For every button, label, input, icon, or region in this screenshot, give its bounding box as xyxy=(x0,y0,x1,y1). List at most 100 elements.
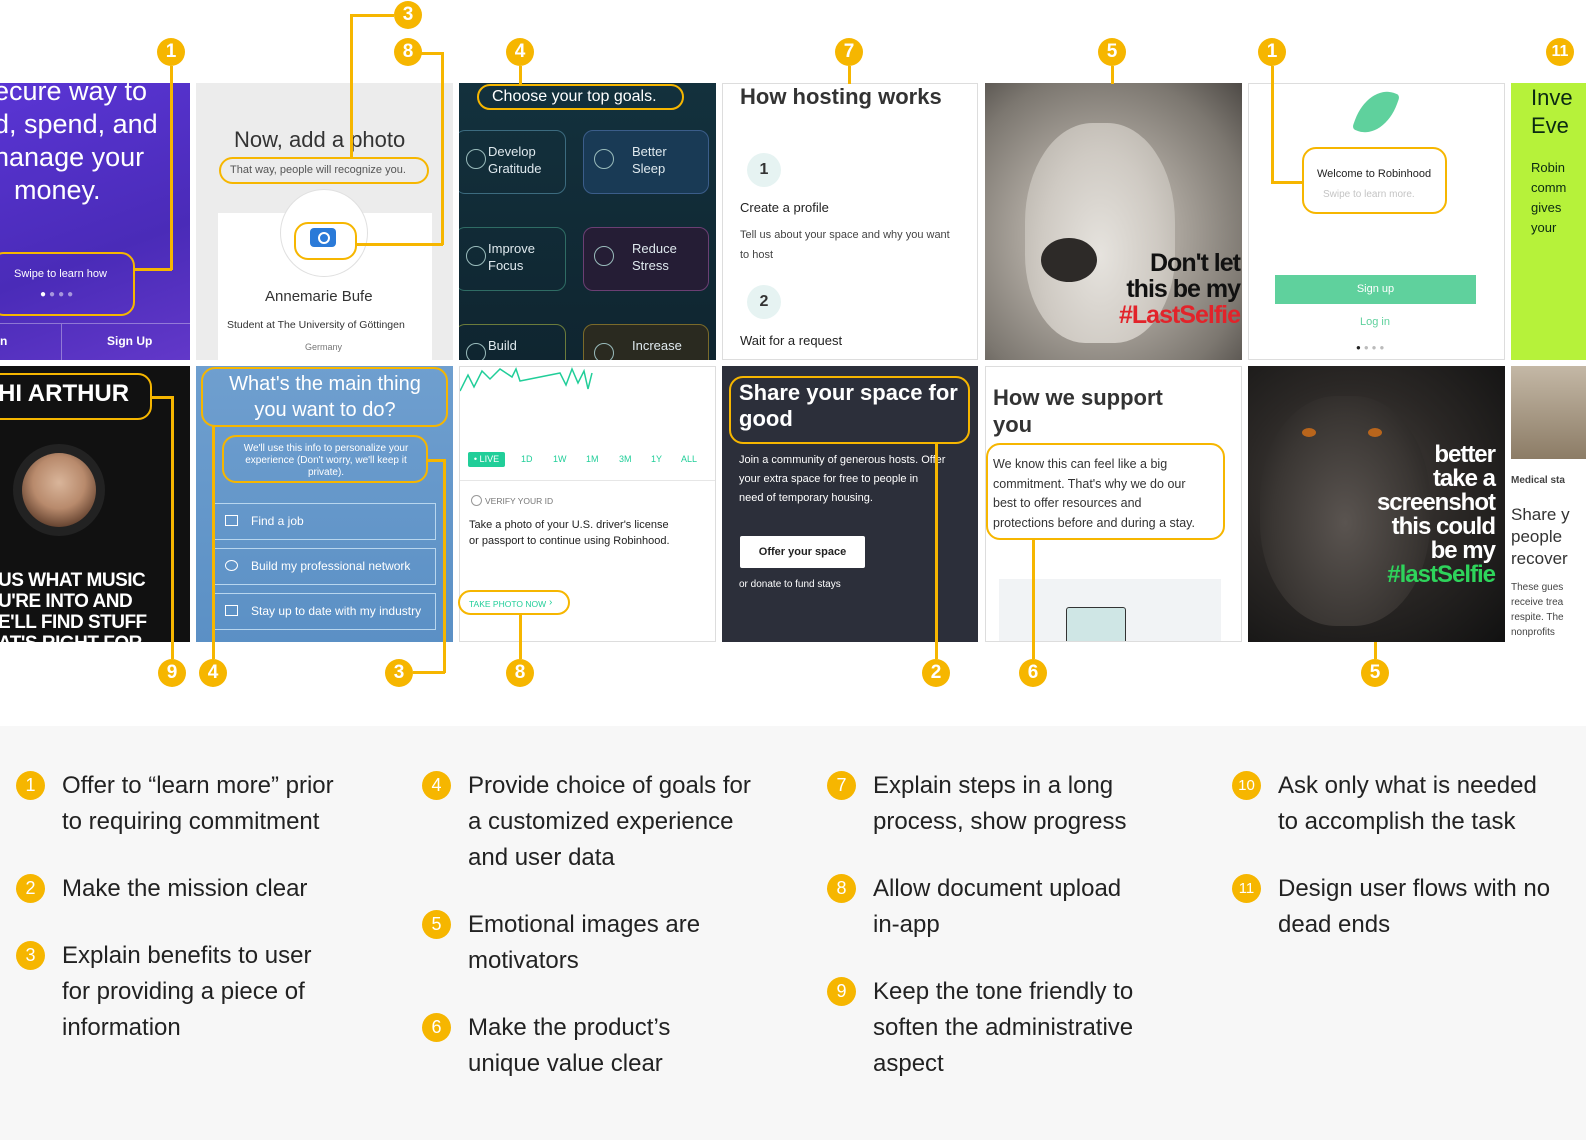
user-photo xyxy=(22,453,96,527)
goal-better-sleep[interactable]: Better Sleep xyxy=(583,130,709,194)
legend-item: 8 Allow document upload in-app xyxy=(827,871,1121,943)
heading-line: people xyxy=(1511,527,1563,546)
screen-choose-goals: Choose your top goals. Develop Gratitude… xyxy=(459,83,716,360)
legend-item: 6 Make the product’s unique value clear xyxy=(422,1010,670,1082)
legend-item: 7 Explain steps in a long process, show p… xyxy=(827,768,1126,840)
highlight-main-thing-title xyxy=(201,367,448,427)
highlight-robinhood-welcome xyxy=(1302,147,1447,214)
highlight-goals-title xyxy=(477,84,684,110)
prompt-line: E'LL FIND STUFF xyxy=(0,612,147,633)
offer-space-button[interactable]: Offer your space xyxy=(740,536,865,568)
option-build-network[interactable]: Build my professional network xyxy=(212,548,436,585)
range-all[interactable]: ALL xyxy=(681,454,697,464)
heading-line: recover xyxy=(1511,549,1568,568)
campaign-caption: Don't let xyxy=(1150,249,1241,277)
badge-top-7: 7 xyxy=(835,38,863,66)
range-1y[interactable]: 1Y xyxy=(651,454,662,464)
people-icon xyxy=(225,560,238,571)
badge-top-5: 5 xyxy=(1098,38,1126,66)
donate-link[interactable]: or donate to fund stays xyxy=(739,579,841,590)
step-title: Wait for a request xyxy=(740,333,843,348)
badge-bottom-6: 6 xyxy=(1019,659,1047,687)
screen-gorilla-campaign: better take a screenshot this could be m… xyxy=(1248,366,1505,642)
badge-bottom-8: 8 xyxy=(506,659,534,687)
goal-build[interactable]: Build xyxy=(459,324,566,360)
verify-description: Take a photo of your U.S. driver's licen… xyxy=(469,519,670,547)
heading-line: Inve xyxy=(1531,85,1573,110)
screen-medical-stays: Medical sta Share y people recover These… xyxy=(1511,366,1586,642)
goal-develop-gratitude[interactable]: Develop Gratitude xyxy=(459,130,566,194)
badge-bottom-4: 4 xyxy=(199,659,227,687)
legend-item: 2 Make the mission clear xyxy=(16,871,307,907)
campaign-hashtag: #LastSelfie xyxy=(1118,301,1241,329)
heading-line: Share y xyxy=(1511,505,1570,524)
home-icon xyxy=(225,605,238,616)
highlight-share-space-title xyxy=(729,376,970,444)
goal-improve-focus[interactable]: Improve Focus xyxy=(459,227,566,291)
section-tag: Medical sta xyxy=(1511,475,1565,486)
legend-item: 3 Explain benefits to user for providing … xyxy=(16,938,311,1046)
legend-item: 11 Design user flows with no dead ends xyxy=(1232,871,1550,943)
body-line: your xyxy=(1531,220,1557,235)
option-find-job[interactable]: Find a job xyxy=(212,503,436,540)
legend-item: 4 Provide choice of goals for a customize… xyxy=(422,768,751,876)
user-name: Annemarie Bufe xyxy=(265,288,373,305)
sign-in-link[interactable]: n xyxy=(0,334,7,348)
price-chart xyxy=(460,367,593,392)
hero-photo xyxy=(1511,366,1586,459)
body-line: respite. The xyxy=(1511,612,1564,623)
highlight-personalize xyxy=(222,435,428,483)
screen-secure-money: ecure way to d, spend, and nanage your m… xyxy=(0,83,190,360)
legend-item: 9 Keep the tone friendly to soften the ad… xyxy=(827,974,1133,1082)
badge-top-11: 11 xyxy=(1546,38,1574,66)
highlight-support-desc xyxy=(986,443,1225,540)
heading-line: d, spend, and xyxy=(0,109,158,139)
body-line: These gues xyxy=(1511,582,1564,593)
body-line: nonprofits xyxy=(1511,627,1555,638)
live-badge[interactable]: • LIVE xyxy=(468,452,505,467)
user-country: Germany xyxy=(305,342,343,352)
badge-top-3: 3 xyxy=(394,1,422,29)
heading-line: ecure way to xyxy=(0,83,148,106)
campaign-caption: this be my xyxy=(1126,275,1241,303)
legend-item: 10 Ask only what is needed to accomplish … xyxy=(1232,768,1537,840)
badge-top-4: 4 xyxy=(506,38,534,66)
highlight-swipe xyxy=(0,252,135,316)
body-line: receive trea xyxy=(1511,597,1564,608)
step-number: 2 xyxy=(747,285,781,319)
badge-top-1b: 1 xyxy=(1258,38,1286,66)
body-line: comm xyxy=(1531,180,1567,195)
screen-robinhood-welcome: Welcome to Robinhood Swipe to learn more… xyxy=(1248,83,1505,360)
legend-item: 1 Offer to “learn more” prior to requirin… xyxy=(16,768,334,840)
user-school: Student at The University of Göttingen xyxy=(227,319,405,331)
heading-line: nanage your xyxy=(0,142,145,172)
legend-item: 5 Emotional images are motivators xyxy=(422,907,700,979)
range-3m[interactable]: 3M xyxy=(619,454,632,464)
page-dots: ●●●● xyxy=(1356,343,1388,352)
badge-top-8: 8 xyxy=(394,38,422,66)
goal-reduce-stress[interactable]: Reduce Stress xyxy=(583,227,709,291)
badge-bottom-3: 3 xyxy=(385,659,413,687)
option-stay-up-to-date[interactable]: Stay up to date with my industry xyxy=(212,593,436,630)
highlight-hi-arthur xyxy=(0,373,152,420)
sign-up-link[interactable]: Sign Up xyxy=(107,334,152,348)
screen-title: How we support you xyxy=(993,385,1163,437)
sign-up-button[interactable]: Sign up xyxy=(1275,275,1476,304)
step-description: Tell us about your space and why you wan… xyxy=(740,229,950,261)
range-1m[interactable]: 1M xyxy=(586,454,599,464)
badge-top-1: 1 xyxy=(157,38,185,66)
body-line: gives xyxy=(1531,200,1562,215)
goal-increase[interactable]: Increase xyxy=(583,324,709,360)
log-in-link[interactable]: Log in xyxy=(1360,316,1390,328)
range-1d[interactable]: 1D xyxy=(521,454,533,464)
verify-label: VERIFY YOUR ID xyxy=(485,496,554,506)
range-1w[interactable]: 1W xyxy=(553,454,567,464)
screen-how-hosting-works: How hosting works 1 Create a profile Tel… xyxy=(722,83,978,360)
id-card-icon xyxy=(1066,607,1126,641)
feather-logo-icon xyxy=(1351,84,1401,141)
campaign-hashtag: #lastSelfie xyxy=(1387,561,1496,588)
screen-polar-bear-campaign: Don't let this be my #LastSelfie xyxy=(985,83,1242,360)
highlight-take-photo xyxy=(458,590,570,615)
step-title: Create a profile xyxy=(740,200,829,215)
screen-title: How hosting works xyxy=(740,84,942,109)
